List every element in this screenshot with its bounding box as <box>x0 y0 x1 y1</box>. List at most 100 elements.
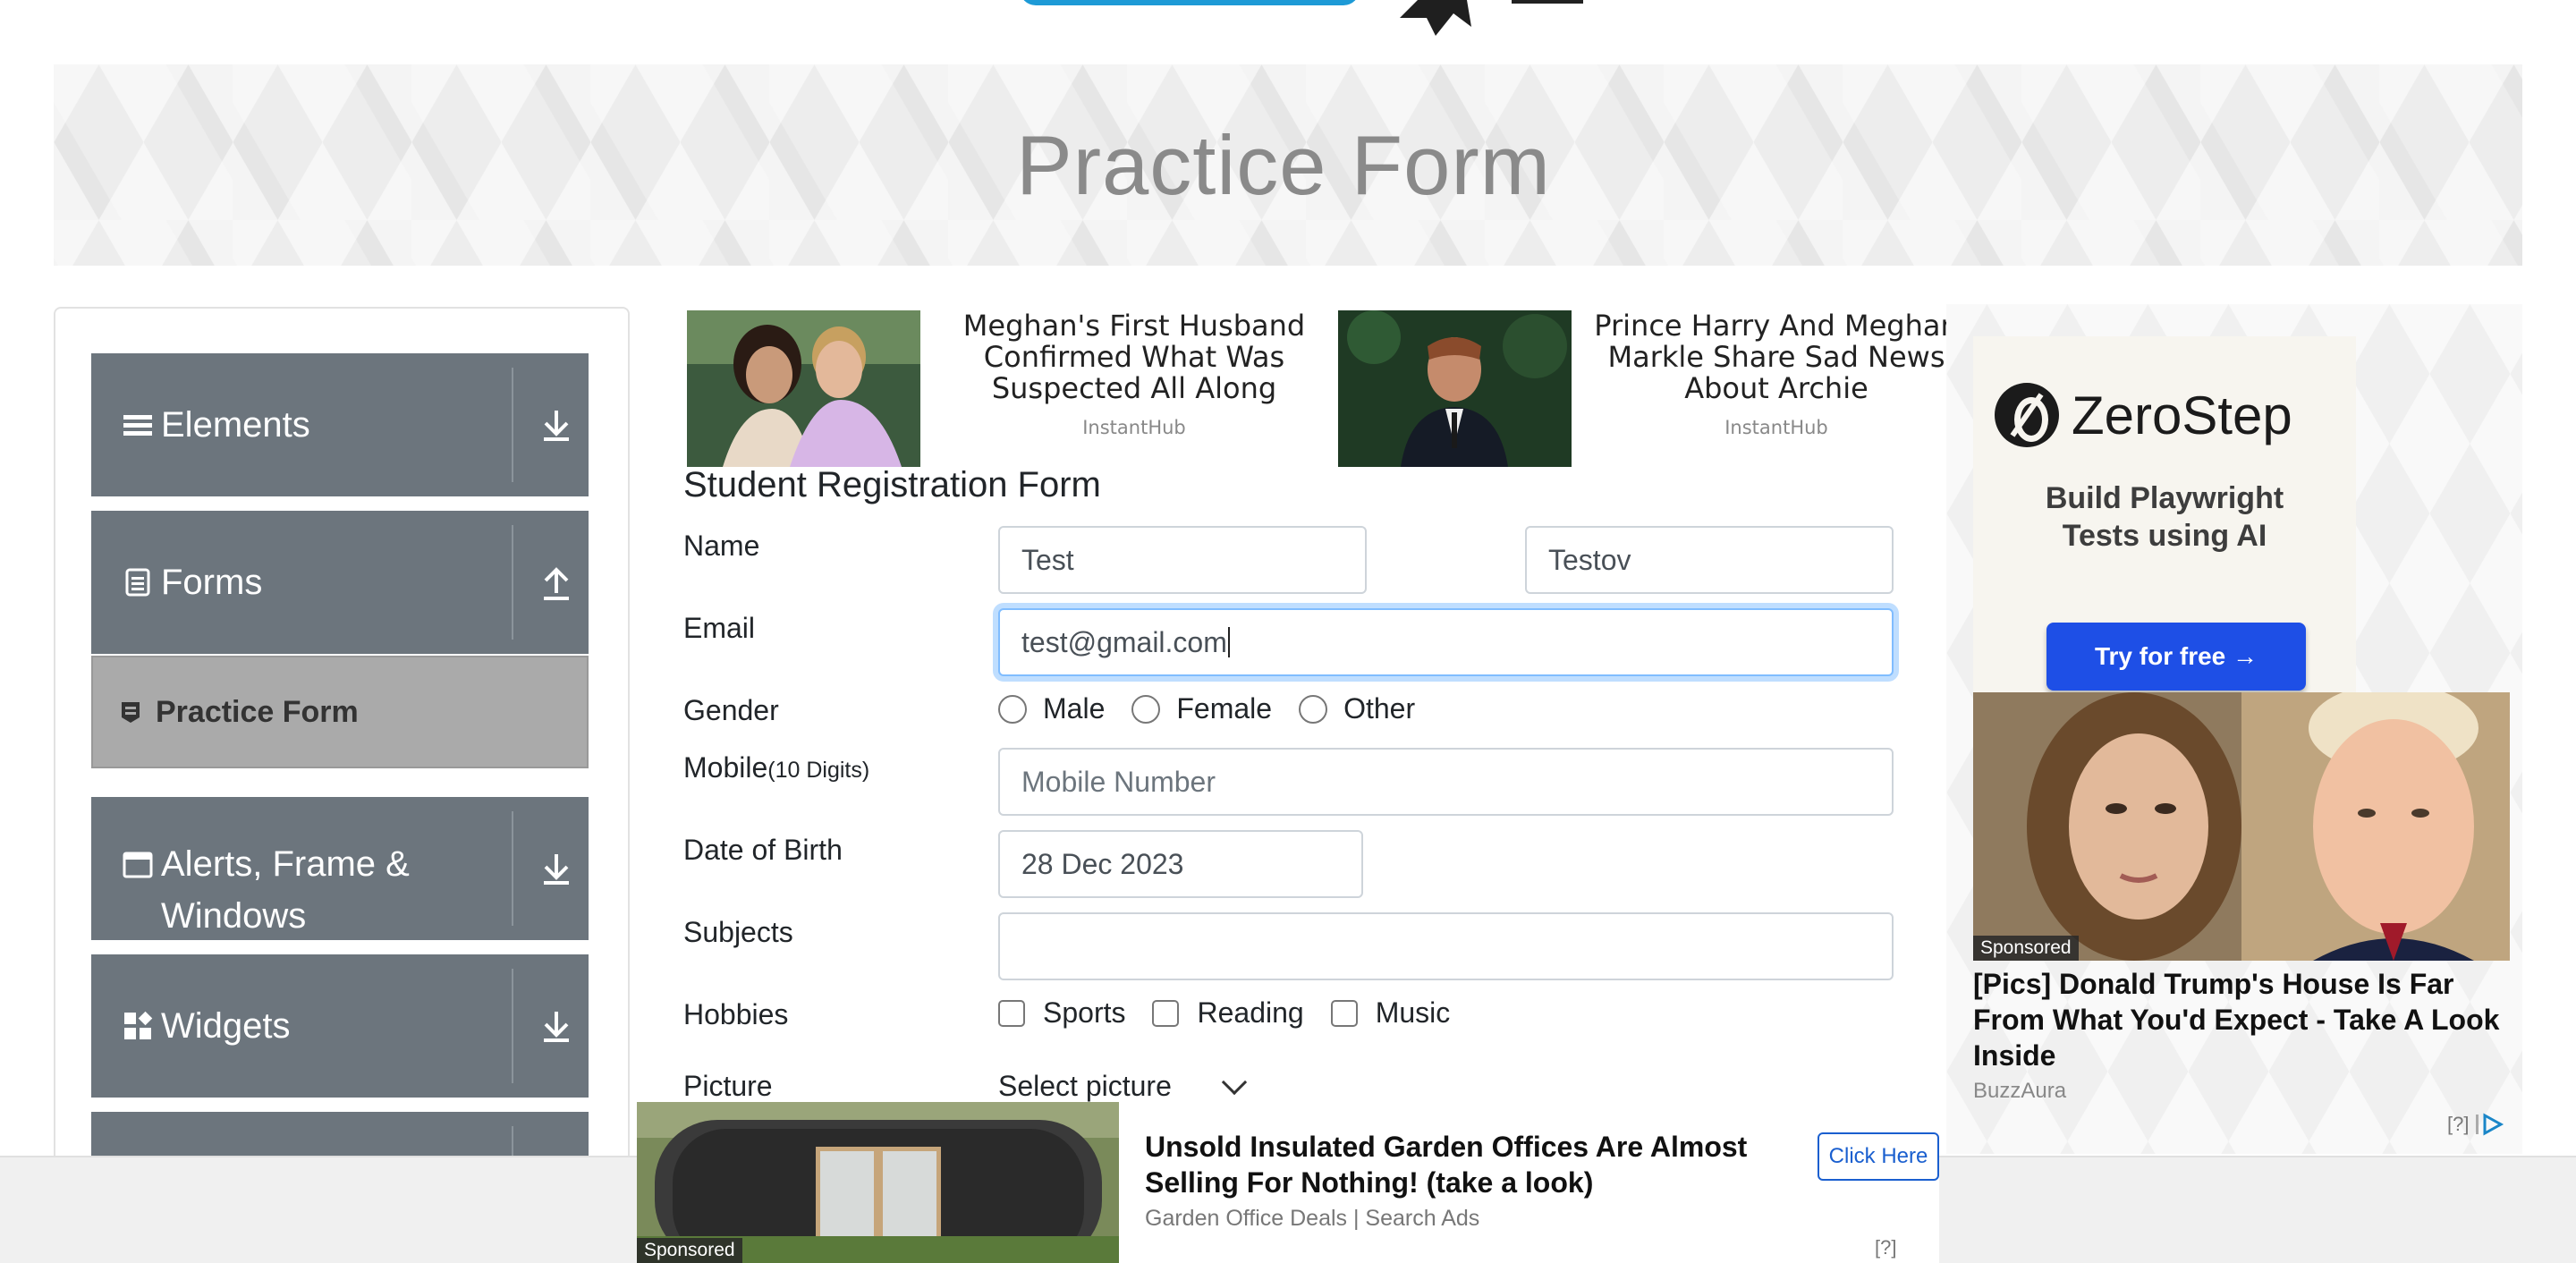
checkbox-box[interactable] <box>1330 999 1358 1027</box>
sidebar-group-label: Alerts, Frame & <box>161 844 410 884</box>
mobile-input[interactable]: Mobile Number <box>998 748 1894 816</box>
divider <box>512 525 513 640</box>
chevron-down-icon[interactable] <box>1221 1069 1248 1095</box>
gender-male-radio[interactable]: Male <box>998 692 1105 725</box>
sidebar-ad: ZeroStep Build Playwright Tests using AI… <box>1946 304 2522 1154</box>
site-logo[interactable] <box>0 0 2576 63</box>
email-label: Email <box>683 612 756 644</box>
gender-other-radio[interactable]: Other <box>1299 692 1415 725</box>
zerostep-logo: ZeroStep <box>1995 383 2292 447</box>
form-title: Student Registration Form <box>683 465 1101 504</box>
download-arrow-icon[interactable] <box>538 405 574 445</box>
sidebar-group-widgets[interactable]: Widgets <box>91 954 589 1098</box>
mobile-placeholder: Mobile Number <box>1021 765 1216 798</box>
divider <box>512 811 513 926</box>
zerostep-tagline: Build Playwright Tests using AI <box>1973 479 2356 555</box>
ad-source: BuzzAura <box>1973 1079 2067 1103</box>
hobby-option-label: Music <box>1375 996 1451 1029</box>
last-name-value: Testov <box>1548 543 1631 576</box>
sidebar-item-practice-form[interactable]: Practice Form <box>91 656 589 768</box>
date-of-birth-input[interactable]: 28 Dec 2023 <box>998 830 1363 898</box>
divider <box>512 368 513 482</box>
radio-circle[interactable] <box>998 694 1027 724</box>
sidebar-item-label: Practice Form <box>156 694 359 729</box>
page-title: Practice Form <box>1016 117 1551 212</box>
tools-logo-icon <box>1400 0 1471 36</box>
hobbies-label: Hobbies <box>683 998 789 1030</box>
mobile-label-text: Mobile <box>683 751 768 784</box>
sidebar-group-alerts[interactable]: Alerts, Frame & Windows <box>91 797 589 940</box>
adchoices-text: [?] <box>2447 1113 2470 1135</box>
ad-headline[interactable]: [Pics] Donald Trump's House Is Far From … <box>1973 966 2510 1073</box>
dob-label: Date of Birth <box>683 834 843 866</box>
first-name-value: Test <box>1021 543 1074 576</box>
sponsored-badge: Sponsored <box>1973 936 2079 961</box>
sidebar-group-forms[interactable]: Forms <box>91 511 589 654</box>
ad-thumbnail <box>1338 310 1572 467</box>
gender-option-label: Male <box>1043 692 1106 725</box>
picture-label: Picture <box>683 1070 773 1102</box>
tagline-line-2: Tests using AI <box>2062 519 2267 553</box>
ad-headline[interactable]: Meghan's First Husband Confirmed What Wa… <box>928 310 1340 404</box>
hobby-sports-checkbox[interactable]: Sports <box>998 996 1125 1030</box>
upload-arrow-icon[interactable] <box>538 563 574 602</box>
download-arrow-icon[interactable] <box>538 1006 574 1046</box>
first-name-input[interactable]: Test <box>998 526 1367 594</box>
dob-value: 28 Dec 2023 <box>1021 847 1184 880</box>
bottom-ad[interactable]: Sponsored Unsold Insulated Garden Office… <box>637 1102 1939 1263</box>
ad-source: InstantHub <box>1082 417 1186 438</box>
last-name-input[interactable]: Testov <box>1525 526 1894 594</box>
subjects-label: Subjects <box>683 916 793 948</box>
adchoices-marker[interactable]: [?] <box>2447 1113 2506 1136</box>
sponsored-badge: Sponsored <box>637 1238 742 1263</box>
sidebar-group-label-line2: Windows <box>161 896 307 936</box>
widgets-icon <box>124 1011 153 1039</box>
subjects-input[interactable] <box>998 912 1894 980</box>
email-value: test@gmail.com <box>1021 625 1227 658</box>
gender-female-radio[interactable]: Female <box>1131 692 1272 725</box>
mobile-label: Mobile(10 Digits) <box>683 751 869 784</box>
hobbies-options: Sports Reading Music <box>998 996 1477 1030</box>
sidebar: Elements Forms Practice Form Alerts, Fra… <box>54 307 630 1263</box>
zerostep-ad[interactable]: ZeroStep Build Playwright Tests using AI… <box>1973 336 2356 692</box>
email-input[interactable]: test@gmail.com <box>998 608 1894 676</box>
gender-label: Gender <box>683 694 779 726</box>
adchoices-text: [?] <box>1875 1236 1897 1259</box>
ad-image: Sponsored <box>637 1102 1119 1263</box>
logo-tail <box>1512 0 1583 4</box>
name-label: Name <box>683 530 760 562</box>
sidebar-group-label: Forms <box>161 563 263 602</box>
text-cursor <box>1227 627 1230 657</box>
ad-headline[interactable]: Prince Harry And Meghan Markle Share Sad… <box>1580 310 1973 404</box>
gender-options: Male Female Other <box>998 692 1442 725</box>
ad-source: Garden Office Deals | Search Ads <box>1145 1206 1480 1231</box>
radio-circle[interactable] <box>1299 694 1328 724</box>
picture-select-value: Select picture <box>998 1070 1172 1102</box>
sidebar-group-label: Widgets <box>161 1006 291 1046</box>
ad-source: InstantHub <box>1724 417 1828 438</box>
ad-thumbnail <box>687 310 920 467</box>
ad-headline[interactable]: Unsold Insulated Garden Offices Are Almo… <box>1145 1129 1825 1200</box>
ad-photo[interactable]: Sponsored <box>1973 692 2510 961</box>
adchoices-marker[interactable]: [?] <box>1875 1236 1896 1259</box>
checkbox-box[interactable] <box>998 999 1025 1027</box>
zerostep-brand: ZeroStep <box>2072 385 2292 445</box>
checkbox-box[interactable] <box>1152 999 1180 1027</box>
tagline-line-1: Build Playwright <box>2045 481 2284 515</box>
try-for-free-button[interactable]: Try for free → <box>2046 623 2306 691</box>
adchoices-icon[interactable] <box>2474 1113 2506 1136</box>
hobby-option-label: Reading <box>1197 996 1304 1029</box>
download-arrow-icon[interactable] <box>538 849 574 888</box>
hamburger-icon <box>123 415 152 436</box>
hobby-music-checkbox[interactable]: Music <box>1330 996 1451 1030</box>
gender-option-label: Other <box>1343 692 1416 725</box>
mobile-hint: (10 Digits) <box>767 758 870 783</box>
divider <box>512 969 513 1083</box>
sidebar-group-elements[interactable]: Elements <box>91 353 589 496</box>
logo-wordmark <box>1020 0 1360 5</box>
radio-circle[interactable] <box>1131 694 1161 724</box>
hobby-reading-checkbox[interactable]: Reading <box>1152 996 1304 1030</box>
picture-select[interactable]: Select picture <box>998 1069 1248 1103</box>
form-icon <box>122 702 140 723</box>
click-here-button[interactable]: Click Here <box>1818 1132 1939 1181</box>
